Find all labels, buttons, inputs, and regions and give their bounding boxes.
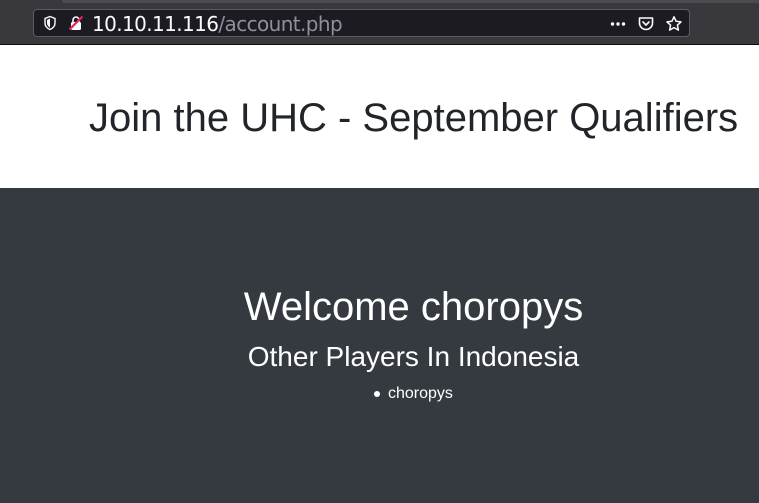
player-list: choropys xyxy=(374,384,453,404)
insecure-lock-icon[interactable] xyxy=(68,15,84,31)
url-actions xyxy=(609,14,683,34)
url-text[interactable]: 10.10.11.116/account.php xyxy=(92,12,343,36)
account-panel: Welcome choropys Other Players In Indone… xyxy=(0,188,759,503)
page-title: Join the UHC - September Qualifiers xyxy=(89,96,739,140)
url-path: /account.php xyxy=(218,12,343,36)
players-subheading: Other Players In Indonesia xyxy=(247,341,580,372)
address-bar[interactable]: 10.10.11.116/account.php xyxy=(33,9,690,37)
welcome-heading: Welcome choropys xyxy=(243,285,584,329)
list-item: choropys xyxy=(374,385,453,402)
bookmark-star-icon[interactable] xyxy=(665,15,683,33)
tab-strip-edge xyxy=(62,0,759,3)
shield-icon[interactable] xyxy=(42,15,58,31)
url-host: 10.10.11.116 xyxy=(92,12,219,36)
pocket-icon[interactable] xyxy=(637,15,655,33)
more-actions-icon[interactable] xyxy=(609,15,627,33)
page-header: Join the UHC - September Qualifiers xyxy=(0,45,759,188)
browser-toolbar: 10.10.11.116/account.php xyxy=(0,0,759,45)
